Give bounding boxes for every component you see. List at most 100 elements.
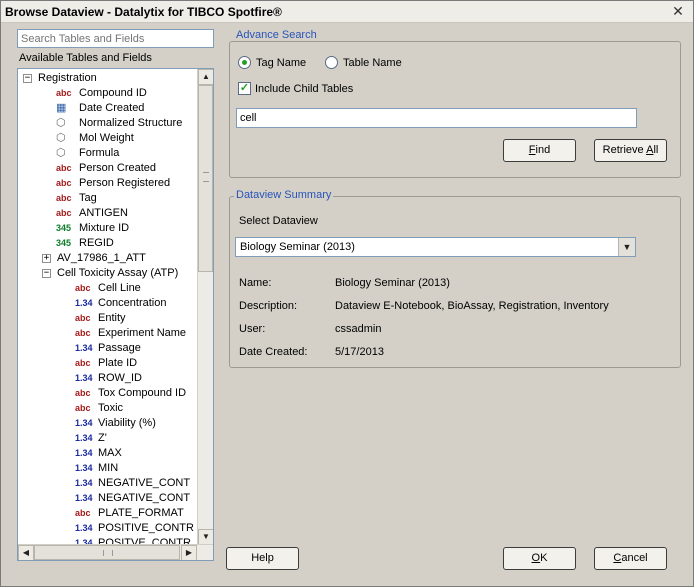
include-child-tables-checkbox[interactable]: ✓ <box>238 82 251 95</box>
retrieve-all-label-post: ll <box>653 144 659 156</box>
tree-item[interactable]: abc Person Created <box>56 161 156 176</box>
tree-item-label: Concentration <box>98 297 167 309</box>
tree-item[interactable]: 1.34 NEGATIVE_CONT <box>75 491 190 506</box>
dataview-select[interactable]: Biology Seminar (2013) ▼ <box>235 237 636 257</box>
decimal-type-icon: 1.34 <box>75 343 93 353</box>
tree-item-label: Tox Compound ID <box>98 387 187 399</box>
ok-button-accelerator: O <box>531 552 541 564</box>
text-type-icon: abc <box>56 163 72 173</box>
tree-item[interactable]: 1.34 Z' <box>75 431 107 446</box>
tree-item[interactable]: ▦ Date Created <box>56 101 144 116</box>
decimal-type-icon: 1.34 <box>75 418 93 428</box>
cancel-button[interactable]: Cancel <box>594 547 667 570</box>
summary-date-value: 5/17/2013 <box>335 346 384 358</box>
tree-item[interactable]: AV_17986_1_ATT <box>57 251 146 266</box>
tree-vertical-scrollbar[interactable]: ▲ ▼ <box>197 69 213 545</box>
select-dataview-label: Select Dataview <box>239 215 318 227</box>
integer-type-icon: 345 <box>56 238 72 248</box>
text-type-icon: abc <box>75 388 91 398</box>
find-button[interactable]: Find <box>503 139 576 162</box>
tree-item[interactable]: abc Tag <box>56 191 97 206</box>
tree-item[interactable]: abc Compound ID <box>56 86 147 101</box>
close-icon[interactable]: ✕ <box>669 3 687 20</box>
tree-item[interactable]: abc Plate ID <box>75 356 137 371</box>
chevron-down-icon[interactable]: ▼ <box>618 238 635 256</box>
calendar-icon: ▦ <box>56 102 67 114</box>
tree-item[interactable]: 1.34 NEGATIVE_CONT <box>75 476 190 491</box>
scroll-down-icon[interactable]: ▼ <box>198 529 213 545</box>
cancel-button-label-post: ancel <box>621 552 648 564</box>
tree-item[interactable]: 1.34 Concentration <box>75 296 167 311</box>
tree-item-label: Compound ID <box>79 87 147 99</box>
search-query-input[interactable] <box>236 108 637 128</box>
ok-button[interactable]: OK <box>503 547 576 570</box>
tree-item-label: Experiment Name <box>98 327 187 339</box>
tree-item[interactable]: 345 REGID <box>56 236 114 251</box>
scroll-right-icon[interactable]: ▶ <box>181 545 197 560</box>
radio-table-name-label[interactable]: Table Name <box>343 57 402 69</box>
tree-item-label: Date Created <box>79 102 145 114</box>
tree-item[interactable]: abc PLATE_FORMAT <box>75 506 184 521</box>
help-button[interactable]: Help <box>226 547 299 570</box>
include-child-tables-label[interactable]: Include Child Tables <box>255 83 353 95</box>
tree-item[interactable]: abc Cell Line <box>75 281 141 296</box>
decimal-type-icon: 1.34 <box>75 523 93 533</box>
vertical-scroll-thumb[interactable] <box>198 85 213 272</box>
structure-icon: ⬡ <box>56 132 66 144</box>
summary-description-key: Description: <box>239 300 298 312</box>
tree-item[interactable]: ⬡ Mol Weight <box>56 131 134 146</box>
window-title: Browse Dataview - Datalytix for TIBCO Sp… <box>5 5 282 19</box>
tree-item[interactable]: Cell Toxicity Assay (ATP) <box>57 266 178 281</box>
expand-icon[interactable]: + <box>42 254 51 263</box>
available-tables-label: Available Tables and Fields <box>19 52 152 64</box>
tree-item[interactable]: abc Person Registered <box>56 176 170 191</box>
search-tables-input[interactable] <box>17 29 214 48</box>
tree-item-label: MAX <box>98 447 122 459</box>
tree-item-label: Passage <box>98 342 141 354</box>
summary-user-key: User: <box>239 323 266 335</box>
tree-item-label: Formula <box>79 147 120 159</box>
retrieve-all-button[interactable]: Retrieve All <box>594 139 667 162</box>
collapse-icon[interactable]: − <box>42 269 51 278</box>
horizontal-scroll-thumb[interactable] <box>34 545 180 560</box>
tree-item-label: REGID <box>79 237 114 249</box>
tree-item[interactable]: abc Toxic <box>75 401 123 416</box>
decimal-type-icon: 1.34 <box>75 478 93 488</box>
tables-fields-tree[interactable]: − Registration abc Compound ID ▦ Date Created… <box>17 68 214 561</box>
summary-name-value: Biology Seminar (2013) <box>335 277 450 289</box>
tree-item-label: AV_17986_1_ATT <box>57 252 146 264</box>
tree-item[interactable]: abc ANTIGEN <box>56 206 128 221</box>
summary-date-key: Date Created: <box>239 346 308 358</box>
decimal-type-icon: 1.34 <box>75 448 93 458</box>
tree-item[interactable]: 1.34 ROW_ID <box>75 371 142 386</box>
text-type-icon: abc <box>75 328 91 338</box>
text-type-icon: abc <box>75 283 91 293</box>
tree-horizontal-scrollbar[interactable]: ◀ ▶ <box>18 544 213 560</box>
tree-item[interactable]: 1.34 POSITIVE_CONTR <box>75 521 194 536</box>
tree-item[interactable]: Registration <box>38 71 97 86</box>
text-type-icon: abc <box>56 88 72 98</box>
tree-item[interactable]: 1.34 MAX <box>75 446 122 461</box>
tree-item-label: Person Registered <box>79 177 171 189</box>
advance-search-legend: Advance Search <box>234 29 319 41</box>
tree-item[interactable]: 1.34 Viability (%) <box>75 416 156 431</box>
radio-tag-name[interactable] <box>238 56 251 69</box>
collapse-icon[interactable]: − <box>23 74 32 83</box>
tree-item-label: Mol Weight <box>79 132 134 144</box>
tree-item[interactable]: abc Experiment Name <box>75 326 186 341</box>
tree-item-label: Toxic <box>98 402 124 414</box>
text-type-icon: abc <box>75 508 91 518</box>
tree-item[interactable]: 345 Mixture ID <box>56 221 129 236</box>
radio-tag-name-label[interactable]: Tag Name <box>256 57 306 69</box>
structure-icon: ⬡ <box>56 117 66 129</box>
tree-item[interactable]: 1.34 MIN <box>75 461 118 476</box>
scroll-up-icon[interactable]: ▲ <box>198 69 213 85</box>
tree-item[interactable]: abc Entity <box>75 311 126 326</box>
tree-item[interactable]: ⬡ Normalized Structure <box>56 116 182 131</box>
tree-item[interactable]: abc Tox Compound ID <box>75 386 186 401</box>
scroll-left-icon[interactable]: ◀ <box>18 545 34 560</box>
decimal-type-icon: 1.34 <box>75 463 93 473</box>
tree-item[interactable]: ⬡ Formula <box>56 146 119 161</box>
radio-table-name[interactable] <box>325 56 338 69</box>
tree-item[interactable]: 1.34 Passage <box>75 341 141 356</box>
